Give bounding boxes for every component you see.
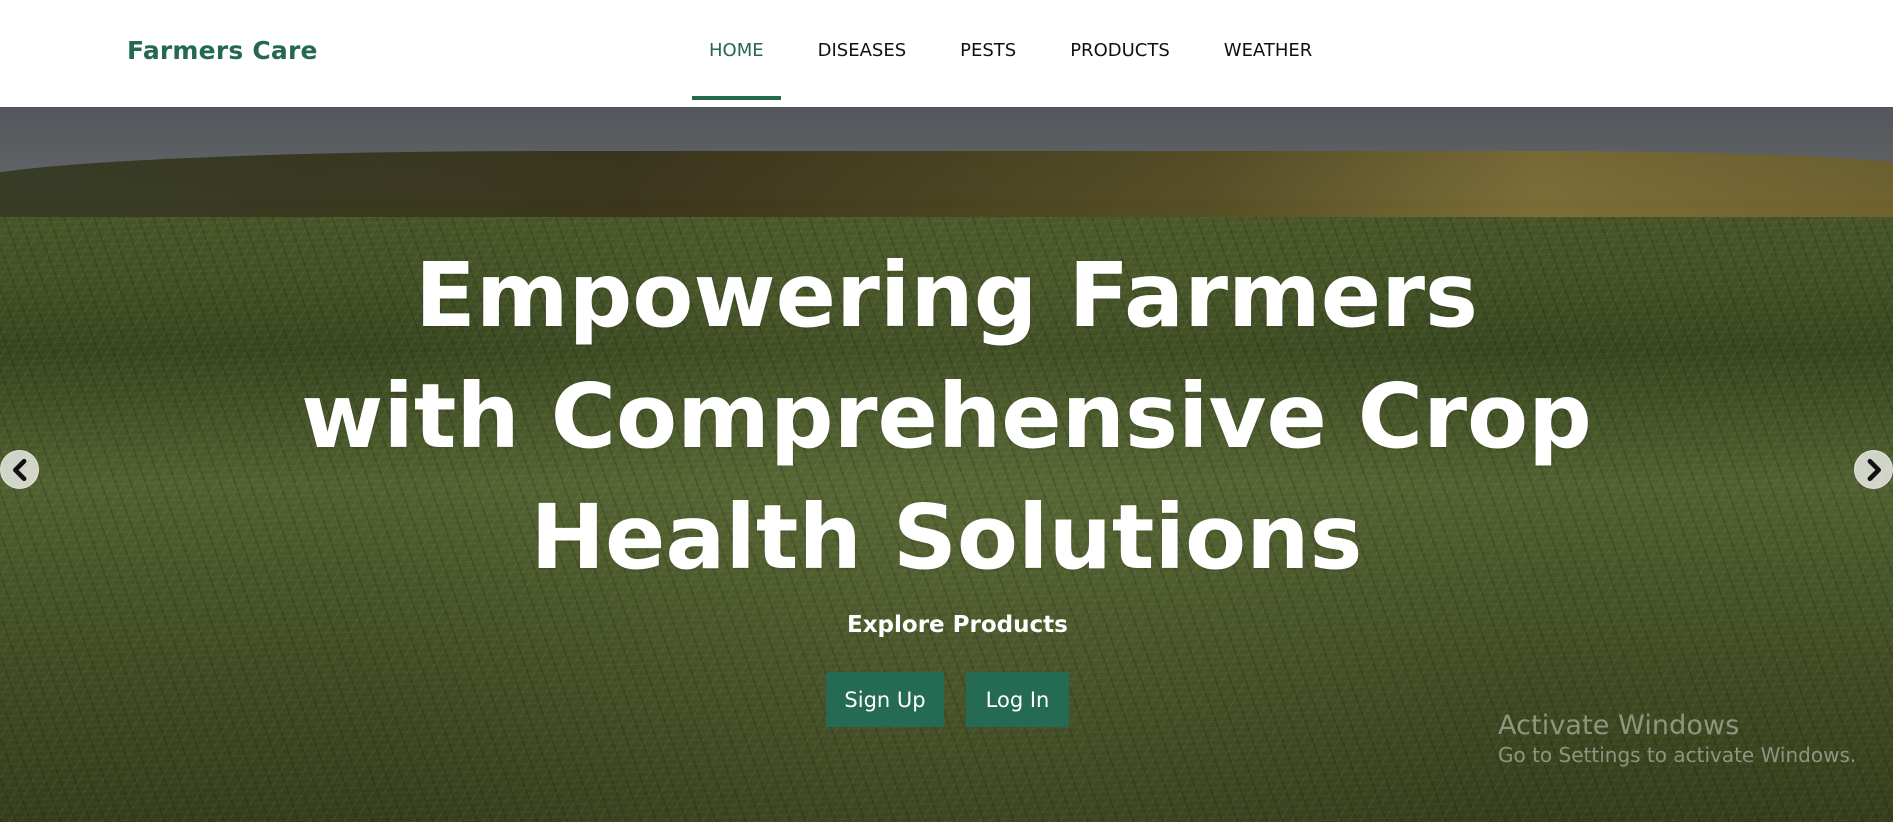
- chevron-right-icon: [1860, 456, 1888, 484]
- carousel-prev-button[interactable]: [0, 450, 39, 489]
- nav-item-pests[interactable]: PESTS: [943, 10, 1033, 90]
- log-in-button[interactable]: Log In: [966, 672, 1069, 727]
- hero-title-line-2: with Comprehensive Crop: [301, 364, 1592, 468]
- nav-item-label: DISEASES: [817, 39, 907, 61]
- nav-item-products[interactable]: PRODUCTS: [1053, 10, 1187, 90]
- hero-title-line-3: Health Solutions: [530, 485, 1363, 589]
- nav-item-weather[interactable]: WEATHER: [1207, 10, 1330, 90]
- sign-up-button[interactable]: Sign Up: [826, 672, 944, 727]
- hero-title: Empowering Farmers with Comprehensive Cr…: [230, 235, 1663, 598]
- nav-item-home[interactable]: HOME: [692, 10, 781, 100]
- nav-item-label: PESTS: [960, 39, 1017, 61]
- main-nav: HOME DISEASES PESTS PRODUCTS WEATHER: [692, 0, 1349, 107]
- carousel-next-button[interactable]: [1854, 450, 1893, 489]
- site-brand[interactable]: Farmers Care: [127, 36, 318, 65]
- explore-products-link[interactable]: Explore Products: [847, 612, 1068, 638]
- nav-item-diseases[interactable]: DISEASES: [801, 10, 924, 90]
- nav-item-label: PRODUCTS: [1070, 39, 1170, 61]
- hero-section: Empowering Farmers with Comprehensive Cr…: [0, 107, 1893, 822]
- active-underline: [692, 96, 781, 100]
- site-header: Farmers Care HOME DISEASES PESTS PRODUCT…: [0, 0, 1893, 107]
- chevron-left-icon: [6, 456, 34, 484]
- nav-item-label: HOME: [709, 39, 764, 61]
- nav-item-label: WEATHER: [1223, 39, 1313, 61]
- hero-title-line-1: Empowering Farmers: [415, 243, 1478, 347]
